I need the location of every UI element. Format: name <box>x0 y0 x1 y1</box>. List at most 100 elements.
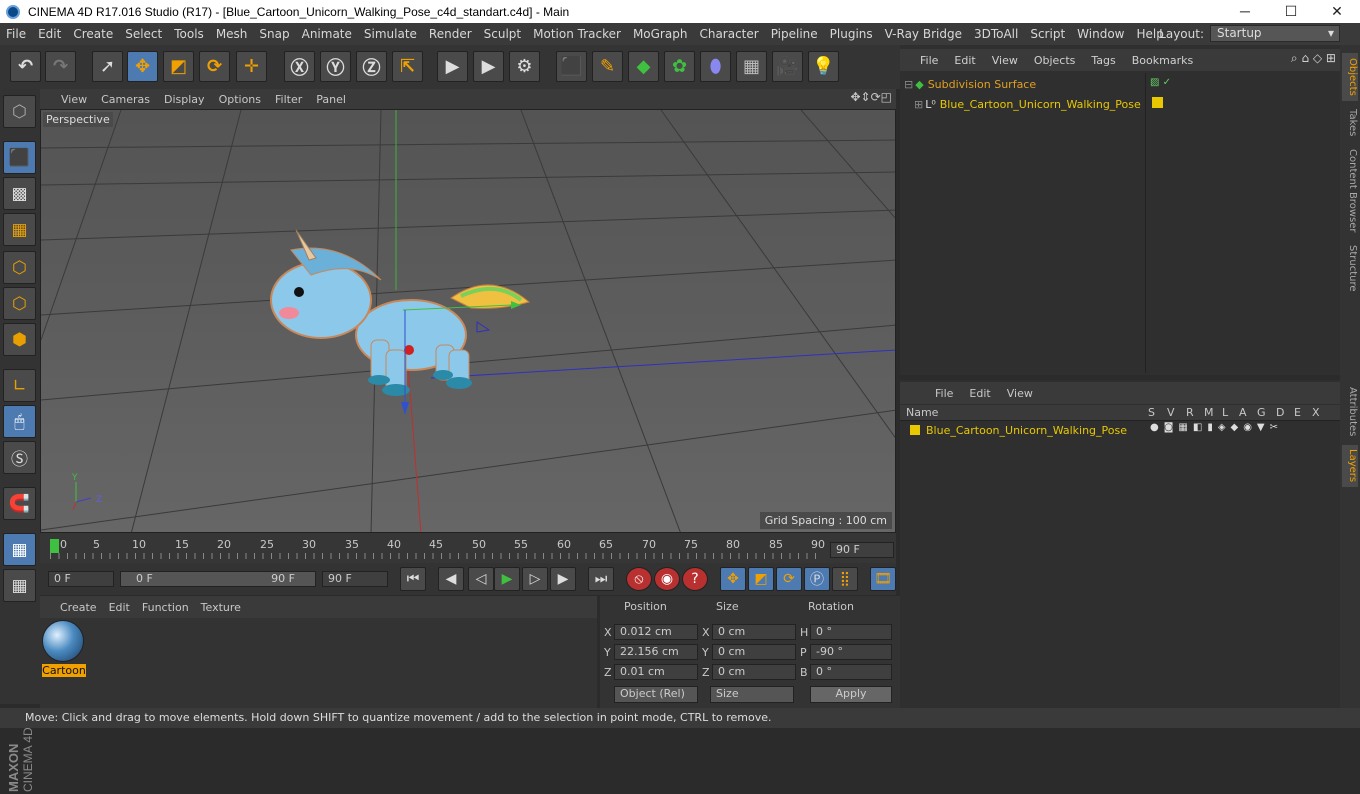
tweak-mode-icon[interactable]: 🖱 <box>3 405 36 438</box>
move-tool-icon[interactable]: ✥ <box>127 51 158 82</box>
snapping-icon[interactable]: Ⓢ <box>3 441 36 474</box>
tab-attributes[interactable]: Attributes <box>1342 383 1358 441</box>
layer-menu-edit[interactable]: Edit <box>961 387 998 400</box>
menu-mograph[interactable]: MoGraph <box>627 27 694 41</box>
layer-col-generators[interactable]: G <box>1257 406 1266 419</box>
layer-toggle-icons[interactable]: ●◙▦◧▮◈◆◉▼✂ <box>1150 422 1283 433</box>
viewport-menu-panel[interactable]: Panel <box>309 93 353 106</box>
tab-content-browser[interactable]: Content Browser <box>1342 145 1358 237</box>
menu-tools[interactable]: Tools <box>168 27 210 41</box>
deformer-icon[interactable]: ⬮ <box>700 51 731 82</box>
layer-menu-view[interactable]: View <box>999 387 1041 400</box>
tab-layers[interactable]: Layers <box>1342 445 1358 487</box>
layer-col-deformers[interactable]: D <box>1276 406 1284 419</box>
magnet-icon[interactable]: 🧲 <box>3 487 36 520</box>
coordinate-system-icon[interactable]: ⇱ <box>392 51 423 82</box>
viewport-menu-filter[interactable]: Filter <box>268 93 309 106</box>
tree-collapse-icon[interactable]: ⊟ <box>904 78 913 91</box>
layer-color-swatch[interactable] <box>1152 97 1163 108</box>
layer-col-expressions[interactable]: E <box>1294 406 1301 419</box>
layer-col-name[interactable]: Name <box>906 406 938 419</box>
live-selection-icon[interactable]: ➚ <box>92 51 123 82</box>
make-editable-icon[interactable]: ⬡ <box>3 95 36 128</box>
menu-character[interactable]: Character <box>693 27 764 41</box>
viewport-navigation-icon[interactable]: ✥⇕⟳◰ <box>850 90 892 104</box>
light-icon[interactable]: 💡 <box>808 51 839 82</box>
go-to-end-icon[interactable]: ⏭ <box>588 567 614 591</box>
object-menu-objects[interactable]: Objects <box>1026 54 1084 67</box>
menu-animate[interactable]: Animate <box>296 27 358 41</box>
end-frame-field[interactable]: 90 F <box>322 571 388 587</box>
menu-vray-bridge[interactable]: V-Ray Bridge <box>879 27 968 41</box>
menu-plugins[interactable]: Plugins <box>824 27 879 41</box>
viewport-menu-view[interactable]: View <box>54 93 94 106</box>
material-menu-create[interactable]: Create <box>54 601 103 614</box>
record-active-objects-icon[interactable]: ⦸ <box>626 567 652 591</box>
object-menu-edit[interactable]: Edit <box>946 54 983 67</box>
edges-mode-icon[interactable]: ⬡ <box>3 287 36 320</box>
y-axis-lock-icon[interactable]: Ⓨ <box>320 51 351 82</box>
layer-col-xref[interactable]: X <box>1312 406 1320 419</box>
layer-col-view[interactable]: V <box>1167 406 1175 419</box>
parameter-key-icon[interactable]: Ⓟ <box>804 567 830 591</box>
menu-motion-tracker[interactable]: Motion Tracker <box>527 27 627 41</box>
undo-icon[interactable]: ↶ <box>10 51 41 82</box>
viewport-menu-display[interactable]: Display <box>157 93 212 106</box>
tab-takes[interactable]: Takes <box>1342 105 1358 141</box>
menu-create[interactable]: Create <box>67 27 119 41</box>
layer-col-solo[interactable]: S <box>1148 406 1155 419</box>
3d-viewport[interactable]: Y Z Perspective Grid Spacing : 100 cm <box>40 109 896 533</box>
minimize-button[interactable]: ─ <box>1222 0 1268 23</box>
play-forward-icon[interactable]: ▶ <box>494 567 520 591</box>
subdivision-nurbs-icon[interactable]: ◆ <box>628 51 659 82</box>
apply-button[interactable]: Apply <box>810 686 892 703</box>
scale-key-icon[interactable]: ◩ <box>748 567 774 591</box>
frame-range-slider[interactable]: 0 F 90 F <box>120 571 316 587</box>
viewport-menu-cameras[interactable]: Cameras <box>94 93 157 106</box>
keyframe-selection-icon[interactable]: ? <box>682 567 708 591</box>
autokeying-icon[interactable]: ◉ <box>654 567 680 591</box>
size-z-field[interactable]: 0 cm <box>712 664 796 680</box>
layer-col-manager[interactable]: M <box>1204 406 1214 419</box>
object-row-subdivision[interactable]: ⊟ ◆ Subdivision Surface <box>904 75 1144 93</box>
previous-frame-icon[interactable]: ◁ <box>468 567 494 591</box>
timeline-ruler[interactable]: 0 5 10 15 20 25 30 35 40 45 50 55 60 65 … <box>40 533 896 563</box>
next-frame-icon[interactable]: ▷ <box>522 567 548 591</box>
render-view-icon[interactable]: ▶ <box>437 51 468 82</box>
position-x-field[interactable]: 0.012 cm <box>614 624 698 640</box>
menu-script[interactable]: Script <box>1024 27 1071 41</box>
render-settings-icon[interactable]: ⚙ <box>509 51 540 82</box>
locked-workplane-icon[interactable]: ▦ <box>3 569 36 602</box>
model-mode-icon[interactable]: ⬛ <box>3 141 36 174</box>
material-menu-function[interactable]: Function <box>136 601 195 614</box>
pen-spline-icon[interactable]: ✎ <box>592 51 623 82</box>
menu-render[interactable]: Render <box>423 27 478 41</box>
menu-sculpt[interactable]: Sculpt <box>478 27 527 41</box>
next-key-icon[interactable]: ▶ <box>550 567 576 591</box>
layer-col-locked[interactable]: L <box>1222 406 1228 419</box>
rotation-h-field[interactable]: 0 ° <box>810 624 892 640</box>
workplane-grid-icon[interactable]: ▦ <box>3 533 36 566</box>
menu-select[interactable]: Select <box>119 27 168 41</box>
rotation-b-field[interactable]: 0 ° <box>810 664 892 680</box>
maximize-button[interactable]: ☐ <box>1268 0 1314 23</box>
polygons-mode-icon[interactable]: ⬢ <box>3 323 36 356</box>
recent-tools-icon[interactable]: ✛ <box>236 51 267 82</box>
timeline-window-icon[interactable]: 🎞 <box>870 567 896 591</box>
size-x-field[interactable]: 0 cm <box>712 624 796 640</box>
object-visibility-icon[interactable]: ▨ ✓ <box>1150 77 1171 88</box>
close-button[interactable]: ✕ <box>1314 0 1360 23</box>
rotation-p-field[interactable]: -90 ° <box>810 644 892 660</box>
tab-structure[interactable]: Structure <box>1342 241 1358 295</box>
position-y-field[interactable]: 22.156 cm <box>614 644 698 660</box>
layer-color-swatch[interactable] <box>910 425 920 435</box>
menu-edit[interactable]: Edit <box>32 27 67 41</box>
layer-name[interactable]: Blue_Cartoon_Unicorn_Walking_Pose <box>926 424 1127 437</box>
layer-col-render[interactable]: R <box>1186 406 1194 419</box>
redo-icon[interactable]: ↷ <box>45 51 76 82</box>
coordinate-mode-dropdown[interactable]: Object (Rel) <box>614 686 698 703</box>
size-mode-dropdown[interactable]: Size <box>710 686 794 703</box>
tab-objects[interactable]: Objects <box>1342 53 1358 101</box>
cube-primitive-icon[interactable]: ⬛ <box>556 51 587 82</box>
previous-key-icon[interactable]: ◀ <box>438 567 464 591</box>
